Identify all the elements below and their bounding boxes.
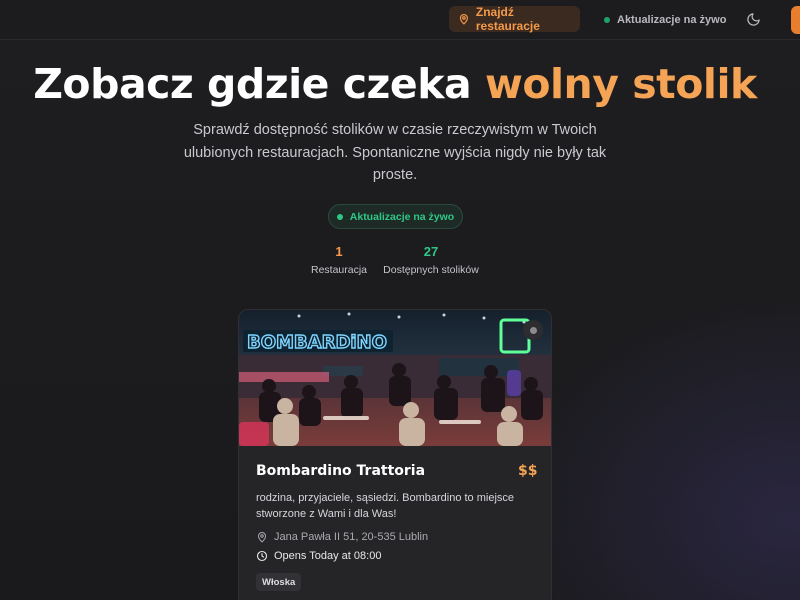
hero-title-accent: wolny stolik	[484, 60, 757, 108]
price-level: $$	[518, 463, 538, 479]
restaurant-photo: BOMBARDiNO	[239, 310, 551, 446]
live-status-dot	[604, 17, 610, 23]
opening-hours-row: Opens Today at 08:00	[256, 550, 381, 562]
stat-restaurants: 1 Restauracja	[309, 244, 369, 276]
restaurant-description: rodzina, przyjaciele, sąsiedzi. Bombardi…	[256, 492, 515, 520]
live-updates-indicator: Aktualizacje na żywo	[604, 12, 726, 28]
live-updates-label: Aktualizacje na żywo	[617, 14, 727, 26]
stat-restaurants-label: Restauracja	[310, 264, 368, 276]
neon-sign-text: BOMBARDiNO	[247, 332, 387, 353]
find-restaurants-button[interactable]: Znajdź restauracje	[449, 5, 580, 33]
moon-icon[interactable]	[746, 12, 761, 27]
top-navigation-bar: Znajdź restauracje Aktualizacje na żywo	[0, 0, 800, 40]
find-restaurants-label: Znajdź restauracje	[475, 5, 540, 33]
stat-available-tables: 27 Dostępnych stolików	[380, 244, 482, 276]
stat-tables-label: Dostępnych stolików	[383, 264, 479, 276]
map-pin-icon	[459, 13, 468, 25]
hero-title-main: Zobacz gdzie czeka	[33, 60, 485, 108]
restaurant-name[interactable]: Bombardino Trattoria	[256, 463, 425, 479]
restaurant-address-row: Jana Pawła II 51, 20-535 Lublin	[256, 531, 428, 543]
header-action-button[interactable]	[791, 6, 800, 34]
hero-subtitle: Sprawdź dostępność stolików w czasie rze…	[183, 122, 607, 183]
live-status-dot	[336, 213, 343, 220]
live-badge-label: Aktualizacje na żywo	[349, 210, 455, 223]
map-pin-icon	[258, 532, 266, 543]
restaurant-address: Jana Pawła II 51, 20-535 Lublin	[274, 531, 429, 543]
stat-tables-value: 27	[423, 244, 439, 259]
live-updates-badge: Aktualizacje na żywo	[328, 204, 463, 229]
restaurant-interior-illustration: BOMBARDiNO	[239, 310, 551, 446]
opening-hours: Opens Today at 08:00	[274, 550, 382, 562]
favorite-status-button[interactable]	[523, 320, 543, 340]
stat-restaurants-value: 1	[335, 244, 343, 259]
clock-icon	[256, 550, 268, 562]
restaurant-card[interactable]: BOMBARDiNO Bombardino Trattoria $$ rodzi…	[238, 309, 552, 600]
cuisine-tag: Włoska	[256, 573, 302, 591]
hero-title: Zobacz gdzie czeka wolny stolik	[0, 60, 790, 108]
